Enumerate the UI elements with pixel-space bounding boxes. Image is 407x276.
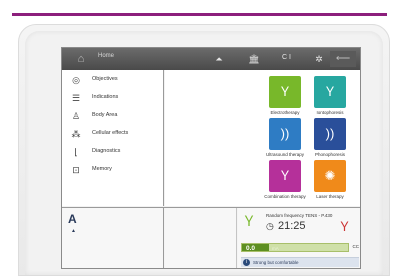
tile-electrotherapy[interactable]: Ｙ [269, 76, 301, 108]
tile-phonophoresis[interactable]: )) [314, 118, 346, 150]
menu-item-body-area[interactable]: ♙ Body Area [62, 108, 163, 124]
tile-laser-therapy[interactable]: ✺ [314, 160, 346, 192]
back-arrow-icon[interactable]: ⟵ [330, 51, 356, 67]
menu-item-indications[interactable]: ☰ Indications [62, 90, 163, 106]
iontophoresis-icon: Ｙ [323, 84, 337, 99]
menu-item-objectives[interactable]: ◎ Objectives [62, 72, 163, 88]
clock-icon: ◷ [266, 221, 274, 231]
channel-panel[interactable]: A ▲ [62, 208, 164, 268]
combination-icon: Ｙ [278, 168, 292, 183]
program-name: Random frequency TENS - P.430 [266, 213, 333, 218]
top-accent-rule [12, 13, 387, 16]
status-text: Strong but comfortable [253, 260, 299, 265]
memory-icon: ⊡ [72, 165, 80, 175]
status-bar: i Strong but comfortable [241, 257, 359, 267]
body-icon: ♙ [71, 111, 81, 121]
electrode-icon: Ｙ [278, 84, 292, 99]
top-bar: ⌂ Home ⏶ 🏛 C I ✲ ⟵ [62, 48, 360, 70]
intensity-bar[interactable]: 0.0 mA [241, 243, 349, 252]
empty-channel-panel[interactable] [165, 208, 237, 268]
tile-combination-therapy[interactable]: Ｙ [269, 160, 301, 192]
bottom-panel: A ▲ Ｙ Random frequency TENS - P.430 ◷ 21… [62, 207, 360, 268]
tile-label-iontophoresis: Iontophoresis [316, 110, 344, 115]
target-icon: ◎ [72, 75, 80, 85]
menu-item-diagnostics[interactable]: ⌊ Diagnostics [62, 144, 163, 160]
phonophoresis-icon: )) [325, 126, 335, 141]
cells-icon: ⁂ [71, 129, 81, 139]
intensity-value: 0.0 [246, 245, 256, 252]
language-selector[interactable]: C I [282, 54, 291, 61]
menu-item-cellular-effects[interactable]: ⁂ Cellular effects [62, 126, 163, 142]
channel-letter: A [68, 212, 77, 226]
electrode-red-icon: Ｙ [338, 219, 352, 234]
mode-label: CC [352, 244, 360, 249]
active-treatment-panel[interactable]: Ｙ Random frequency TENS - P.430 ◷ 21:25 … [238, 208, 360, 268]
device-screen: ⌂ Home ⏶ 🏛 C I ✲ ⟵ ◎ Objectives ☰ Indica… [61, 47, 361, 269]
tile-ultrasound-therapy[interactable]: )) [269, 118, 301, 150]
channel-caret-icon: ▲ [71, 228, 76, 234]
building-icon[interactable]: 🏛 [247, 52, 261, 66]
therapy-tiles: Ｙ Electrotherapy Ｙ Iontophoresis )) Ultr… [165, 70, 360, 206]
ultrasound-icon: )) [280, 126, 290, 141]
home-label[interactable]: Home [98, 53, 114, 59]
laser-icon: ✺ [324, 168, 336, 183]
info-icon: i [243, 259, 250, 266]
category-menu: ◎ Objectives ☰ Indications ♙ Body Area ⁂… [62, 70, 164, 206]
gear-icon[interactable]: ✲ [312, 52, 326, 66]
electrode-green-icon: Ｙ [242, 213, 256, 229]
tile-label-phonophoresis: Phonophoresis [314, 152, 346, 157]
tile-label-laser-therapy: Laser therapy [316, 194, 344, 199]
home-icon[interactable]: ⌂ [74, 52, 88, 66]
diagnostics-curve-icon: ⌊ [74, 147, 78, 157]
menu-item-memory[interactable]: ⊡ Memory [62, 162, 163, 178]
electrode-mode-icon[interactable]: ⏶ [212, 52, 226, 66]
tile-iontophoresis[interactable]: Ｙ [314, 76, 346, 108]
intensity-unit: mA [272, 246, 279, 251]
treatment-timer: 21:25 [278, 220, 306, 232]
list-icon: ☰ [71, 93, 81, 103]
